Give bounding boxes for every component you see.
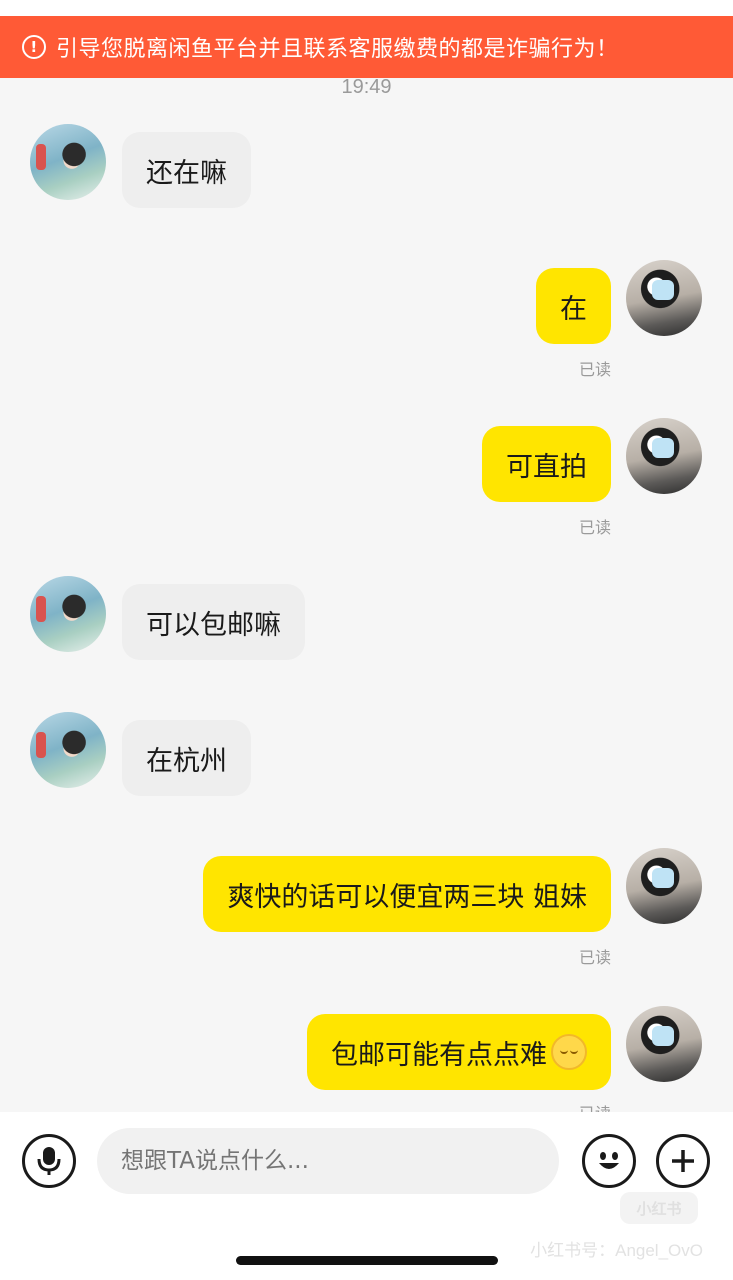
self-message-bubble[interactable]: 可直拍 [482, 426, 611, 502]
message-timestamp: 19:49 [341, 76, 392, 98]
home-indicator[interactable] [236, 1256, 498, 1265]
status-bar [0, 0, 733, 16]
self-avatar[interactable] [626, 260, 702, 336]
message-text: 在 [560, 293, 587, 325]
self-avatar[interactable] [626, 418, 702, 494]
message-text: 包邮可能有点点难 [331, 1039, 547, 1071]
voice-button[interactable] [22, 1134, 76, 1188]
watermark-logo: 小红书 [620, 1192, 698, 1224]
self-avatar[interactable] [626, 1006, 702, 1082]
peer-avatar[interactable] [30, 712, 106, 788]
peer-message-bubble[interactable]: 可以包邮嘛 [122, 584, 305, 660]
read-status: 已读 [578, 948, 611, 967]
message-text: 爽快的话可以便宜两三块 姐妹 [227, 881, 587, 913]
emoji-button[interactable] [582, 1134, 636, 1188]
message-text: 还在嘛 [146, 157, 227, 189]
message-input-bar: 小红书 小红书号：Angel_OvO [0, 1112, 733, 1280]
message-text: 在杭州 [146, 745, 227, 777]
plus-button[interactable] [656, 1134, 710, 1188]
smiley-icon [599, 1152, 619, 1169]
self-avatar[interactable] [626, 848, 702, 924]
exclamation-circle-icon: ! [22, 35, 46, 59]
message-text: 可以包邮嘛 [146, 609, 281, 641]
read-status: 已读 [578, 360, 611, 379]
message-input[interactable] [97, 1128, 559, 1194]
peer-avatar[interactable] [30, 124, 106, 200]
warning-text: 引导您脱离闲鱼平台并且联系客服缴费的都是诈骗行为！ [56, 37, 619, 62]
self-message-bubble[interactable]: 在 [536, 268, 611, 344]
peer-avatar[interactable] [30, 576, 106, 652]
fraud-warning-banner: ! 引导您脱离闲鱼平台并且联系客服缴费的都是诈骗行为！ [0, 16, 733, 78]
peer-message-bubble[interactable]: 还在嘛 [122, 132, 251, 208]
plus-icon [672, 1150, 694, 1172]
read-status: 已读 [578, 518, 611, 537]
peer-message-bubble[interactable]: 在杭州 [122, 720, 251, 796]
self-message-bubble[interactable]: 爽快的话可以便宜两三块 姐妹 [203, 856, 611, 932]
relieved-face-emoji [551, 1034, 587, 1070]
watermark-text: 小红书号：Angel_OvO [530, 1241, 703, 1260]
microphone-icon [37, 1147, 61, 1175]
self-message-bubble[interactable]: 包邮可能有点点难 [307, 1014, 611, 1090]
message-text: 可直拍 [506, 451, 587, 483]
